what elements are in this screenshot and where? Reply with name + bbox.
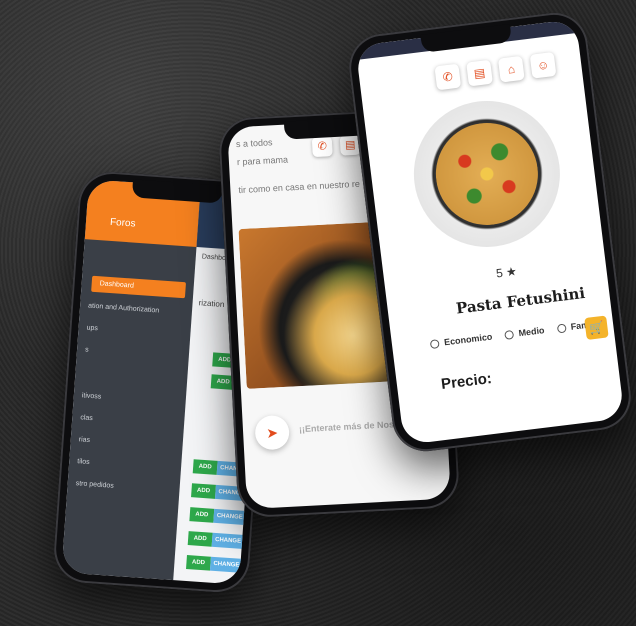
add-button[interactable]: ADD — [191, 483, 216, 499]
whatsapp-icon[interactable]: ✆ — [311, 136, 333, 158]
pasta-bowl-photo — [405, 92, 569, 256]
change-button[interactable]: CHANGE — [211, 532, 245, 549]
option-economico[interactable]: Economico — [429, 331, 498, 350]
star-icon: ★ — [505, 264, 518, 280]
intro-text: tir como en casa en nuestro re — [238, 178, 361, 196]
option-medio[interactable]: Medio — [504, 325, 550, 341]
promo-icon[interactable]: ➤ — [254, 414, 291, 451]
add-button[interactable]: ADD — [186, 555, 211, 571]
whatsapp-icon[interactable]: ✆ — [434, 63, 462, 91]
radio-icon[interactable] — [429, 339, 440, 350]
sidebar-item-dashboard[interactable]: Dashboard — [91, 275, 187, 299]
add-button[interactable]: ADD — [187, 531, 213, 547]
home-icon[interactable]: ⌂ — [497, 55, 525, 83]
change-button[interactable]: CHANGE — [209, 556, 243, 573]
option-label: Economico — [443, 331, 493, 348]
radio-icon[interactable] — [504, 330, 515, 341]
product-screen: ✆ ▤ ⌂ ☺ 5 ★ Pasta Fetushini Economico Me… — [355, 18, 625, 446]
intro-text: s a todos — [235, 137, 273, 150]
add-button[interactable]: ADD — [189, 507, 215, 523]
change-button[interactable]: CHANGE — [213, 508, 247, 526]
button-row: ADD CHANGE — [186, 555, 243, 573]
product-name: Pasta Fetushini — [454, 283, 587, 318]
add-button[interactable]: ADD — [192, 459, 218, 475]
intro-text: r para mama — [236, 154, 289, 168]
rating-value: 5 — [495, 265, 504, 281]
menu-book-icon[interactable]: ▤ — [466, 59, 493, 87]
button-row: ADD CHANGE — [187, 531, 245, 549]
user-icon[interactable]: ☺ — [529, 51, 557, 79]
button-row: ADD CHANGE — [189, 507, 247, 526]
phone-product: ✆ ▤ ⌂ ☺ 5 ★ Pasta Fetushini Economico Me… — [345, 8, 635, 456]
option-label: Medio — [517, 325, 546, 339]
cart-icon[interactable]: 🛒 — [584, 315, 609, 340]
radio-icon[interactable] — [556, 323, 567, 334]
price-label: Precio: — [440, 369, 493, 394]
product-rating: 5 ★ — [495, 264, 517, 280]
